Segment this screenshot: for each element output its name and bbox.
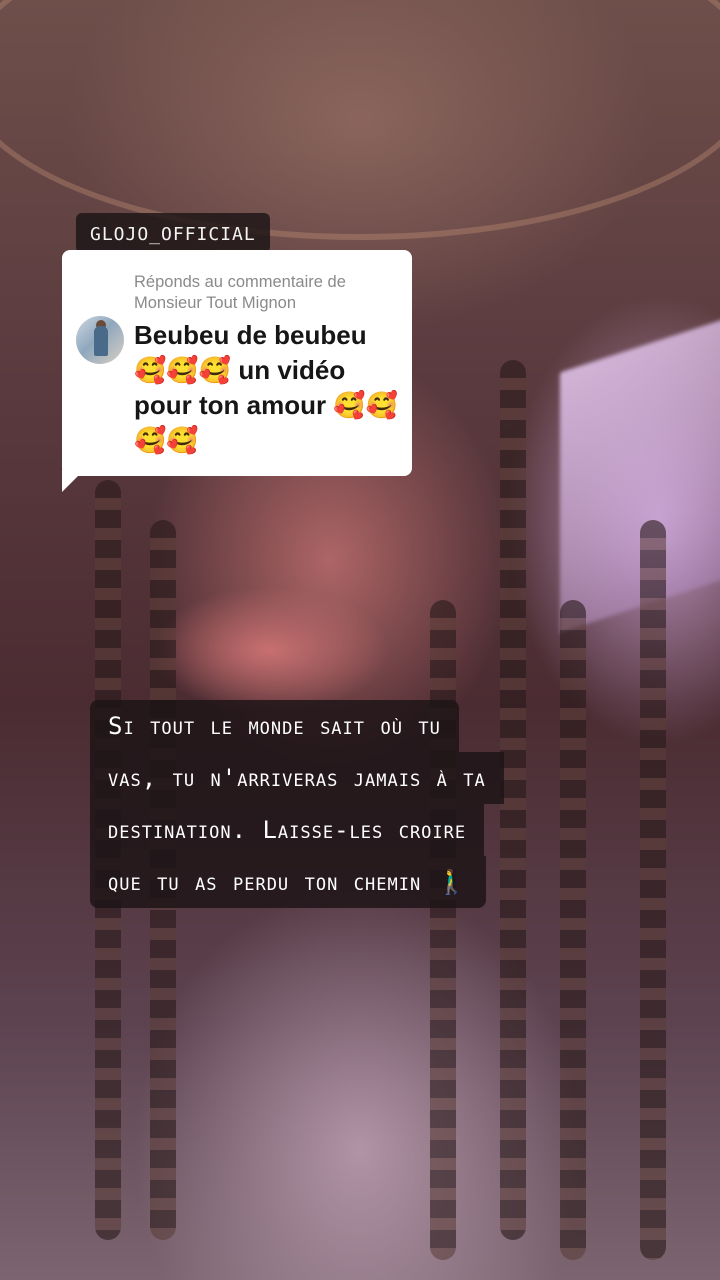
commenter-avatar[interactable] xyxy=(76,316,124,364)
username-tag: GLOJO_OFFICIAL xyxy=(76,213,270,253)
caption-line: vas, tu n'arriveras jamais à ta xyxy=(90,752,504,804)
caption-line: destination. Laisse-les croire xyxy=(90,804,485,856)
video-caption: Si tout le monde sait où tu vas, tu n'ar… xyxy=(90,700,630,908)
reply-bubble-tail xyxy=(62,470,84,492)
avatar-figure-body xyxy=(94,326,108,356)
braid-shape xyxy=(430,600,456,1260)
comment-text: Beubeu de beubeu 🥰🥰🥰 un vidéo pour ton a… xyxy=(134,320,399,455)
video-frame[interactable]: GLOJO_OFFICIAL Réponds au commentaire de… xyxy=(0,0,720,1280)
caption-line: que tu as perdu ton chemin 🚶‍♂️ xyxy=(90,856,486,908)
caption-line: Si tout le monde sait où tu xyxy=(90,700,459,752)
braid-shape xyxy=(560,600,586,1260)
braid-shape xyxy=(640,520,666,1260)
reply-label: Réponds au commentaire de Monsieur Tout … xyxy=(134,273,346,312)
reply-comment-bubble[interactable]: Réponds au commentaire de Monsieur Tout … xyxy=(62,250,412,476)
